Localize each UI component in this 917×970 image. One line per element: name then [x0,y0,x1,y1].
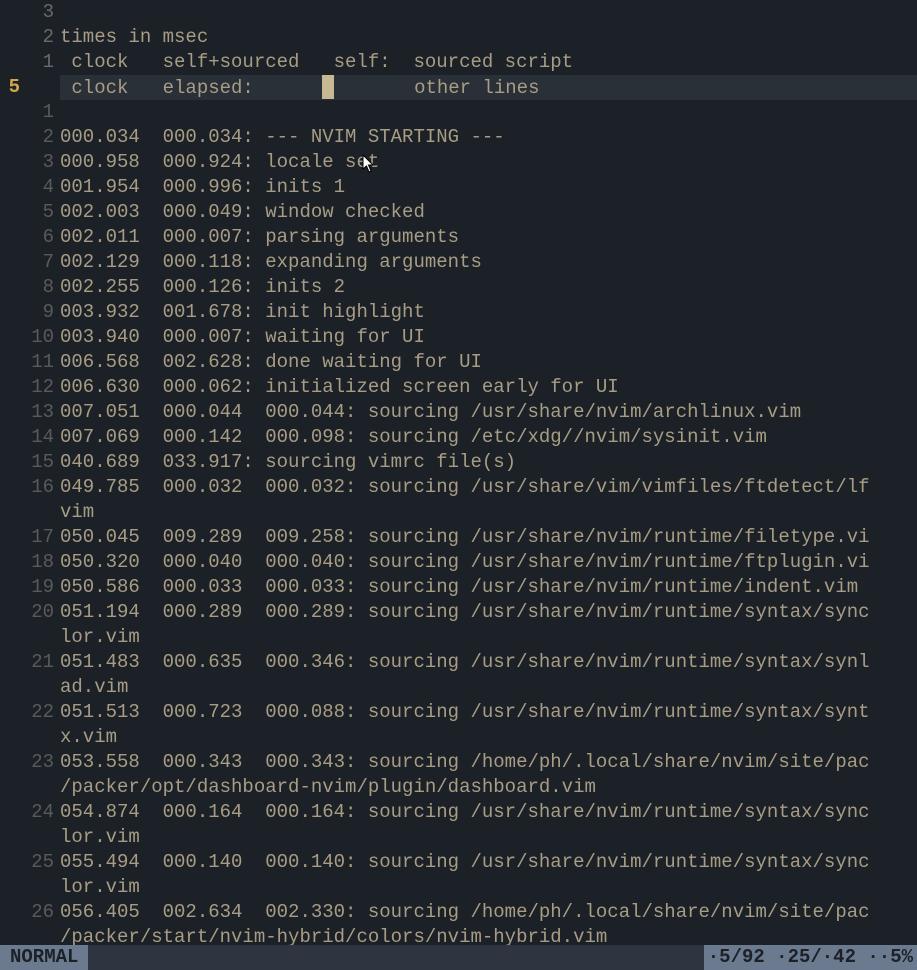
code-line[interactable]: 002.003 000.049: window checked [60,200,917,225]
relnum: 25 [0,850,54,875]
relnum: 12 [0,375,54,400]
relnum [0,775,54,800]
relnum: 6 [0,225,54,250]
code-line[interactable]: 054.874 000.164 000.164: sourcing /usr/s… [60,800,917,825]
statusline: NORMAL ·5/92 ·25/·42 ··5% [0,945,917,970]
code-line[interactable]: 000.958 000.924: locale set [60,150,917,175]
current-line-number: 5 [0,75,54,100]
relnum [0,725,54,750]
relnum: 16 [0,475,54,500]
current-line[interactable]: clock elapsed: other lines [60,75,917,100]
code-line[interactable]: 051.483 000.635 000.346: sourcing /usr/s… [60,650,917,675]
code-line[interactable]: 002.129 000.118: expanding arguments [60,250,917,275]
code-line[interactable]: 050.586 000.033 000.033: sourcing /usr/s… [60,575,917,600]
relnum: 17 [0,525,54,550]
code-line[interactable]: 050.045 009.289 009.258: sourcing /usr/s… [60,525,917,550]
code-line[interactable]: 002.011 000.007: parsing arguments [60,225,917,250]
code-line[interactable] [60,0,917,25]
relnum [0,825,54,850]
code-line[interactable]: 050.320 000.040 000.040: sourcing /usr/s… [60,550,917,575]
code-line[interactable]: 055.494 000.140 000.140: sourcing /usr/s… [60,850,917,875]
code-line[interactable]: 003.932 001.678: init highlight [60,300,917,325]
code-line[interactable]: clock self+sourced self: sourced script [60,50,917,75]
code-line[interactable]: 051.194 000.289 000.289: sourcing /usr/s… [60,600,917,625]
code-line-wrap[interactable]: lor.vim [60,825,917,850]
relnum: 9 [0,300,54,325]
code-line-wrap[interactable]: x.vim [60,725,917,750]
relnum: 7 [0,250,54,275]
relnum: 1 [0,100,54,125]
code-line[interactable] [60,100,917,125]
relnum: 8 [0,275,54,300]
code-line[interactable]: 053.558 000.343 000.343: sourcing /home/… [60,750,917,775]
relnum: 11 [0,350,54,375]
mode-indicator: NORMAL [0,945,88,970]
relnum [0,625,54,650]
code-line-wrap[interactable]: lor.vim [60,625,917,650]
relnum: 5 [0,200,54,225]
relnum: 2 [0,125,54,150]
relnum: 24 [0,800,54,825]
relnum [0,675,54,700]
relnum [0,875,54,900]
text-before-cursor: clock elapsed: [60,77,322,99]
relnum: 26 [0,900,54,925]
relnum: 1 [0,50,54,75]
relnum: 2 [0,25,54,50]
relnum: 20 [0,600,54,625]
relnum: 15 [0,450,54,475]
relnum: 19 [0,575,54,600]
relnum: 21 [0,650,54,675]
relnum: 14 [0,425,54,450]
code-line[interactable]: 002.255 000.126: inits 2 [60,275,917,300]
text-after-cursor: other lines [334,77,539,99]
code-line[interactable]: 007.069 000.142 000.098: sourcing /etc/x… [60,425,917,450]
relnum: 3 [0,150,54,175]
block-cursor [322,75,334,99]
relnum [0,500,54,525]
line-number-gutter: 3 2 1 5 1 2 3 4 5 6 7 8 9 10 11 12 13 14… [0,0,60,945]
buffer-content[interactable]: times in msec clock self+sourced self: s… [60,0,917,945]
code-line[interactable]: 056.405 002.634 002.330: sourcing /home/… [60,900,917,925]
position-indicator: ·5/92 ·25/·42 ··5% [704,945,917,970]
code-line[interactable]: 007.051 000.044 000.044: sourcing /usr/s… [60,400,917,425]
code-line[interactable]: 000.034 000.034: --- NVIM STARTING --- [60,125,917,150]
relnum: 3 [0,0,54,25]
code-line-wrap[interactable]: vim [60,500,917,525]
relnum: 10 [0,325,54,350]
code-line[interactable]: 006.630 000.062: initialized screen earl… [60,375,917,400]
relnum: 18 [0,550,54,575]
code-line[interactable]: 051.513 000.723 000.088: sourcing /usr/s… [60,700,917,725]
code-line-wrap[interactable]: ad.vim [60,675,917,700]
code-line[interactable]: 001.954 000.996: inits 1 [60,175,917,200]
code-line[interactable]: 006.568 002.628: done waiting for UI [60,350,917,375]
code-line[interactable]: times in msec [60,25,917,50]
relnum: 22 [0,700,54,725]
code-line-wrap[interactable]: lor.vim [60,875,917,900]
code-line[interactable]: 040.689 033.917: sourcing vimrc file(s) [60,450,917,475]
code-line[interactable]: 049.785 000.032 000.032: sourcing /usr/s… [60,475,917,500]
code-line-wrap[interactable]: /packer/start/nvim-hybrid/colors/nvim-hy… [60,925,917,945]
editor-viewport[interactable]: 3 2 1 5 1 2 3 4 5 6 7 8 9 10 11 12 13 14… [0,0,917,945]
relnum: 13 [0,400,54,425]
relnum: 4 [0,175,54,200]
code-line-wrap[interactable]: /packer/opt/dashboard-nvim/plugin/dashbo… [60,775,917,800]
relnum: 23 [0,750,54,775]
code-line[interactable]: 003.940 000.007: waiting for UI [60,325,917,350]
